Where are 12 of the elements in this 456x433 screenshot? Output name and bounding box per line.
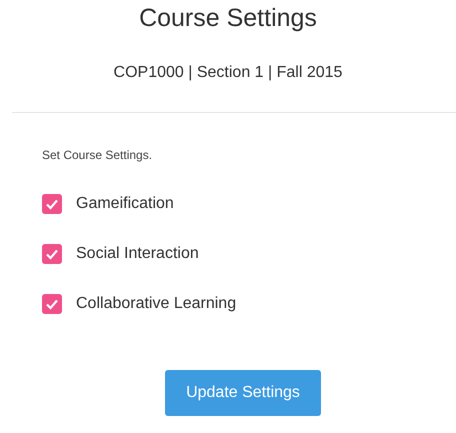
- checkmark-icon: [45, 247, 59, 261]
- checkmark-icon: [45, 197, 59, 211]
- option-label[interactable]: Collaborative Learning: [76, 294, 236, 314]
- option-label[interactable]: Gameification: [76, 194, 174, 214]
- option-label[interactable]: Social Interaction: [76, 244, 199, 264]
- checkbox[interactable]: [42, 194, 62, 214]
- checkmark-icon: [45, 297, 59, 311]
- instructions-text: Set Course Settings.: [42, 147, 154, 163]
- checkbox[interactable]: [42, 244, 62, 264]
- course-subtitle: COP1000 | Section 1 | Fall 2015: [114, 63, 342, 83]
- page-title: Course Settings: [139, 3, 317, 34]
- checkbox[interactable]: [42, 294, 62, 314]
